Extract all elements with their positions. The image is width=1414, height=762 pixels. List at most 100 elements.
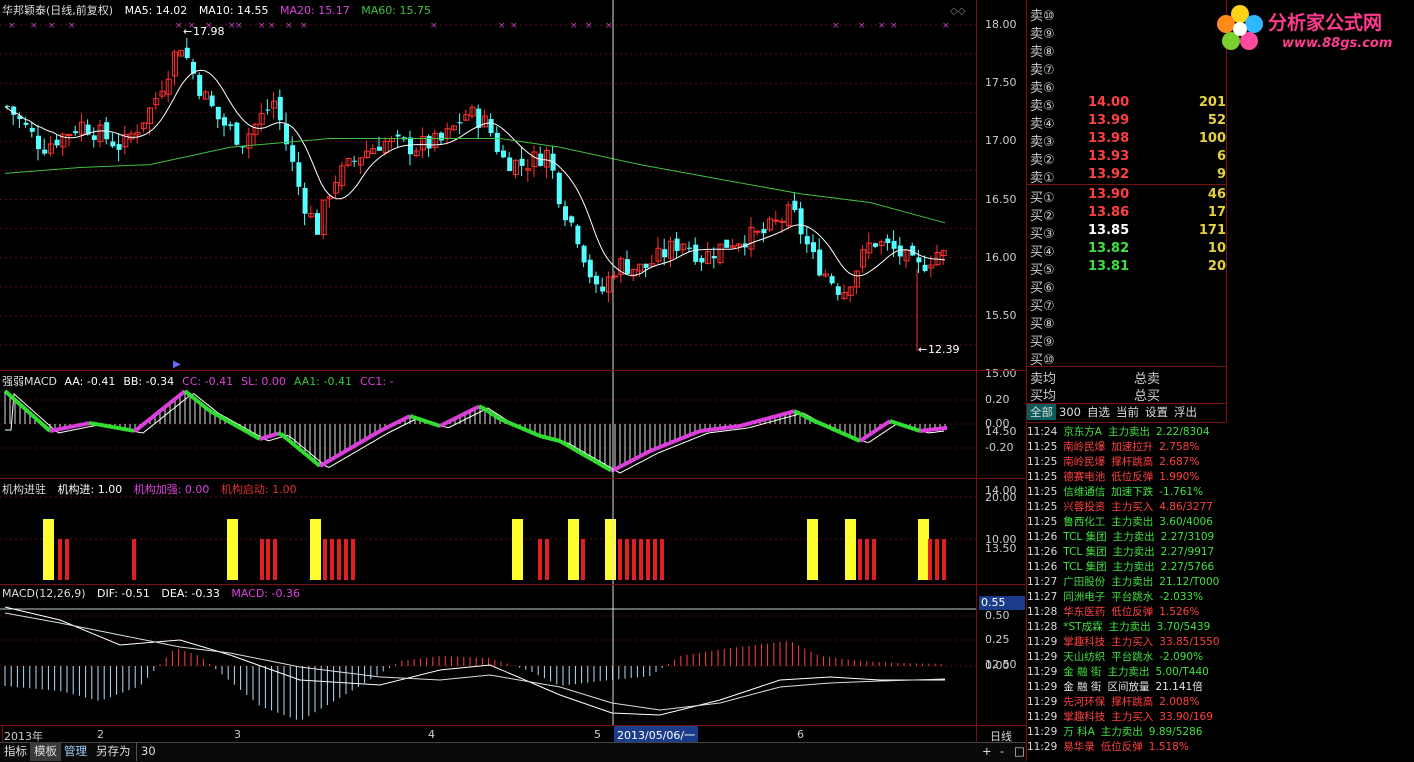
tape-row[interactable]: 11:25信维通信加速下跌-1.761%	[1027, 484, 1225, 499]
tab-manage[interactable]: 管理	[60, 742, 91, 761]
tape-row[interactable]: 11:27广田股份主力卖出21.12/T000	[1027, 574, 1225, 589]
level-label: 买④	[1030, 241, 1055, 260]
trend-segment	[797, 412, 800, 414]
tape-tab-float[interactable]: 浮出	[1171, 404, 1200, 420]
sell-level[interactable]: 卖④13.9952	[1030, 113, 1226, 131]
trend-segment	[101, 425, 104, 426]
buy-level[interactable]: 买①13.9046	[1030, 187, 1226, 205]
tape-row[interactable]: 11:26TCL 集团主力卖出2.27/9917	[1027, 544, 1225, 559]
trend-segment	[764, 419, 767, 420]
strong-macd-chart[interactable]	[0, 371, 976, 478]
tape-time: 11:27	[1027, 591, 1057, 603]
candle-body	[588, 260, 593, 278]
trend-segment	[353, 445, 356, 447]
sell-level[interactable]: 卖②13.936	[1030, 149, 1226, 167]
avg-buy-row: 买均 总买	[1030, 385, 1226, 403]
tape-row[interactable]: 11:29金 融 街区间放量21.141倍	[1027, 679, 1225, 694]
tape-row[interactable]: 11:25鲁西化工主力卖出3.60/4006	[1027, 514, 1225, 529]
sell-level-empty: 卖⑦	[1030, 59, 1226, 77]
candlestick-chart[interactable]: ××××××××××××××××××××××××▶	[0, 0, 976, 370]
tape-row[interactable]: 11:27同洲电子平台跳水-2.033%	[1027, 589, 1225, 604]
tape-row[interactable]: 11:29天山纺织平台跳水-2.090%	[1027, 649, 1225, 664]
tape-row[interactable]: 11:28*ST成霖主力卖出3.70/5439	[1027, 619, 1225, 634]
buy-level[interactable]: 买⑤13.8120	[1030, 259, 1226, 277]
tape-row[interactable]: 11:29金 融 街主力卖出5.00/T440	[1027, 664, 1225, 679]
tape-row[interactable]: 11:25南岭民爆撑杆跳高2.687%	[1027, 454, 1225, 469]
signal-marker: ×	[285, 21, 293, 31]
tape-stock: 易华录	[1063, 741, 1095, 753]
signal-marker: ×	[30, 21, 38, 31]
trend-segment	[470, 410, 473, 412]
inst-yellow-bar	[227, 519, 238, 580]
tape-event: 撑杆跳高	[1111, 696, 1153, 708]
tape-tab-watchlist[interactable]: 自选	[1084, 404, 1113, 420]
level-volume: 201	[1199, 95, 1226, 110]
tape-stock: 金 融 街	[1063, 666, 1101, 678]
trend-segment	[839, 432, 842, 433]
level-label: 卖③	[1030, 131, 1055, 150]
trend-segment	[179, 393, 182, 395]
tab-template[interactable]: 模板	[30, 742, 61, 761]
tab-save-as[interactable]: 另存为	[92, 742, 135, 761]
diamond-icon[interactable]: ◇◇	[950, 6, 965, 17]
zoom-in-button[interactable]: +	[978, 742, 996, 761]
trend-segment	[905, 426, 908, 427]
tape-row[interactable]: 11:29掌趣科技主力买入33.90/169	[1027, 709, 1225, 724]
strong-macd-panel[interactable]: 强弱MACD AA: -0.41BB: -0.34CC: -0.41SL: 0.…	[0, 371, 976, 478]
tape-row[interactable]: 11:29万 科A主力卖出9.89/5286	[1027, 724, 1225, 739]
tape-row[interactable]: 11:29易华录低位反弹1.518%	[1027, 739, 1225, 754]
trend-segment	[881, 425, 884, 427]
tape-row[interactable]: 11:24京东方A主力卖出2.22/8304	[1027, 424, 1225, 439]
institution-panel[interactable]: 机构进驻 机构进: 1.00 机构加强: 0.00 机构启动: 1.00	[0, 479, 976, 584]
buy-level[interactable]: 买④13.8210	[1030, 241, 1226, 259]
tape-tab-current[interactable]: 当前	[1113, 404, 1142, 420]
sell-level[interactable]: 卖⑤14.00201	[1030, 95, 1226, 113]
tape-tab-300[interactable]: 300	[1056, 405, 1084, 419]
tape-row[interactable]: 11:26TCL 集团主力卖出2.27/5766	[1027, 559, 1225, 574]
buy-level[interactable]: 买②13.8617	[1030, 205, 1226, 223]
tape-row[interactable]: 11:25德赛电池低位反弹1.990%	[1027, 469, 1225, 484]
institution-chart[interactable]	[0, 479, 976, 584]
trend-segment	[119, 428, 122, 429]
trend-segment	[824, 425, 827, 426]
time-label: 2	[97, 728, 104, 741]
candle-body	[290, 145, 295, 162]
tape-row[interactable]: 11:29先河环保撑杆跳高2.008%	[1027, 694, 1225, 709]
tape-stock: *ST成霖	[1063, 621, 1102, 633]
trend-segment	[545, 437, 548, 438]
price-axis-label: 17.50	[985, 76, 1017, 89]
buy-level[interactable]: 买③13.85171	[1030, 223, 1226, 241]
tape-row[interactable]: 11:26TCL 集团主力卖出2.27/3109	[1027, 529, 1225, 544]
period-count[interactable]: 30	[136, 742, 160, 761]
level-price: 13.81	[1088, 259, 1129, 274]
candle-body	[427, 136, 432, 149]
low-price-label: 12.39	[928, 343, 960, 356]
logo[interactable]: 分析家公式网 www.88gs.com	[1212, 2, 1412, 56]
tape-tab-settings[interactable]: 设置	[1142, 404, 1171, 420]
tape-tab-all[interactable]: 全部	[1027, 404, 1056, 420]
trend-segment	[485, 409, 488, 411]
macd-panel[interactable]: MACD(12,26,9) DIF: -0.51 DEA: -0.33 MACD…	[0, 585, 976, 725]
trend-segment	[440, 425, 443, 427]
trend-segment	[272, 435, 275, 436]
macd-chart[interactable]	[0, 585, 976, 725]
inst-red-bar	[330, 539, 334, 580]
trend-segment	[641, 454, 644, 456]
tape-row[interactable]: 11:29掌趣科技主力买入33.85/1550	[1027, 634, 1225, 649]
tab-indicator[interactable]: 指标	[0, 742, 31, 761]
trend-segment	[758, 420, 761, 421]
tape-row[interactable]: 11:25南岭民爆加速拉升2.758%	[1027, 439, 1225, 454]
tape-row[interactable]: 11:28华东医药低位反弹1.526%	[1027, 604, 1225, 619]
trend-segment	[407, 416, 410, 418]
candlestick-panel[interactable]: 华邦颖泰(日线,前复权) MA5: 14.02 MA10: 14.55 MA20…	[0, 0, 976, 370]
sell-level[interactable]: 卖③13.98100	[1030, 131, 1226, 149]
zoom-out-button[interactable]: -	[996, 742, 1008, 761]
tape-time: 11:27	[1027, 576, 1057, 588]
buy-level-empty: 买⑧	[1030, 313, 1226, 331]
trend-segment	[866, 435, 869, 437]
level-label: 卖⑥	[1030, 77, 1055, 96]
trend-segment	[791, 411, 794, 412]
tape-row[interactable]: 11:25兴蓉投资主力买入4.86/3277	[1027, 499, 1225, 514]
sell-level[interactable]: 卖①13.929	[1030, 167, 1226, 185]
trend-segment	[629, 460, 632, 462]
